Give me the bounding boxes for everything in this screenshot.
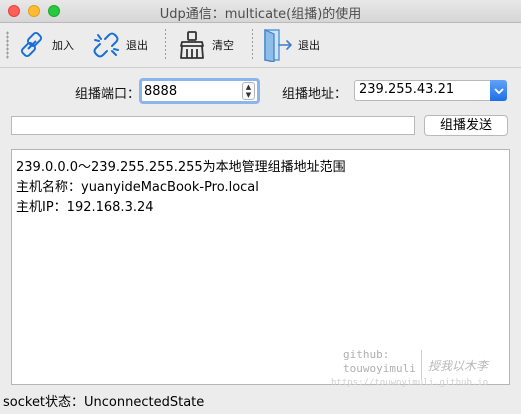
- dropdown-arrow-icon[interactable]: [490, 80, 507, 101]
- clear-button[interactable]: 清空: [176, 25, 234, 65]
- address-combobox[interactable]: 239.255.43.21: [354, 80, 507, 101]
- message-input[interactable]: [11, 116, 415, 135]
- link-icon: [16, 29, 48, 61]
- log-line: 主机IP：192.168.3.24: [16, 200, 154, 215]
- log-line: 主机名称：yuanyideMacBook-Pro.local: [16, 180, 259, 195]
- port-spinbox[interactable]: ▲▼: [139, 78, 260, 104]
- exit-app-button[interactable]: 退出: [262, 25, 320, 65]
- title-bar: Udp通信：multicate(组播)的使用: [0, 0, 521, 23]
- exit-app-label: 退出: [298, 39, 320, 52]
- status-bar: socket状态：UnconnectedState: [3, 395, 205, 410]
- join-label: 加入: [52, 39, 74, 52]
- watermark-username: touwoyimuli: [343, 362, 416, 375]
- watermark-divider: [421, 350, 422, 380]
- toolbar-grip[interactable]: [6, 31, 9, 59]
- exit-group-label: 退出: [126, 39, 148, 52]
- window-title: Udp通信：multicate(组播)的使用: [159, 7, 362, 22]
- unlink-icon: [90, 29, 122, 61]
- toolbar-separator: [252, 29, 253, 61]
- multicast-send-button[interactable]: 组播发送: [424, 115, 508, 136]
- address-label: 组播地址：: [282, 87, 348, 102]
- join-button[interactable]: 加入: [16, 25, 74, 65]
- clear-label: 清空: [212, 39, 234, 52]
- port-label: 组播端口：: [75, 87, 141, 102]
- watermark-url: https://touwoyimuli.github.io: [331, 378, 489, 388]
- address-value: 239.255.43.21: [359, 82, 455, 97]
- exit-door-icon: [262, 29, 294, 62]
- log-line: 239.0.0.0～239.255.255.255为本地管理组播地址范围: [16, 160, 346, 175]
- toolbar: 加入 退出 清空 退出: [0, 23, 521, 68]
- exit-group-button[interactable]: 退出: [90, 25, 148, 65]
- broom-icon: [176, 29, 208, 61]
- port-input[interactable]: [144, 82, 240, 100]
- log-textarea[interactable]: 239.0.0.0～239.255.255.255为本地管理组播地址范围 主机名…: [11, 149, 510, 385]
- spin-arrows-icon[interactable]: ▲ ▼: [242, 82, 255, 100]
- toolbar-separator: [165, 29, 166, 61]
- app-window: Udp通信：multicate(组播)的使用 加入 退出 清空 退出 组播端口：…: [0, 0, 521, 414]
- watermark-motto: 授我以木李: [428, 359, 489, 373]
- watermark-github-label: github:: [343, 348, 390, 361]
